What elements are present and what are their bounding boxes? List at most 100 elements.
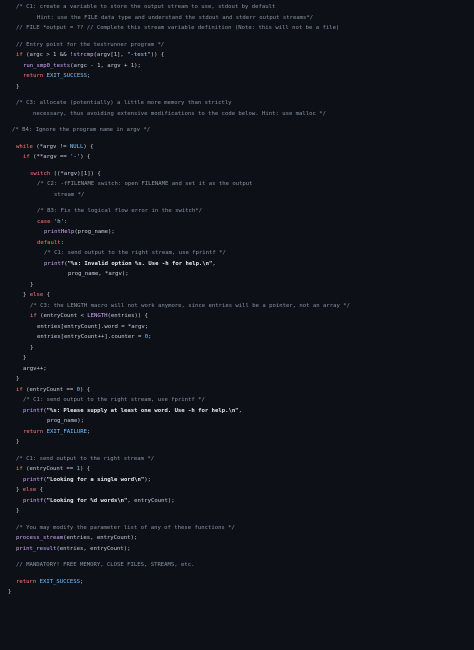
comment: // MANDATORY! FREE MEMORY, CLOSE FILES, … <box>16 562 195 568</box>
code-text: : <box>60 239 64 246</box>
comment: /* C3: the LENGTH macro will not work an… <box>30 302 350 309</box>
comment: /* B4: Ignore the program name in argv *… <box>12 127 151 133</box>
keyword: return <box>23 428 44 435</box>
keyword: else <box>22 487 37 493</box>
code-line: Hint: use the FILE data type and underst… <box>0 13 474 24</box>
code-text: (entries)) { <box>107 313 148 319</box>
code-line: // FILE *output = ?? // Complete this st… <box>0 23 474 34</box>
comment: /* C1: send output to the right stream, … <box>23 397 205 403</box>
constant: EXIT_SUCCESS <box>36 578 80 585</box>
keyword: if <box>30 313 37 319</box>
code-line: printf("Looking for a single word\n"); <box>0 475 474 486</box>
keyword: return <box>23 73 44 79</box>
code-text: ); <box>144 476 152 483</box>
keyword: if <box>16 386 23 393</box>
code-line: /* C3: allocate (potentially) a little m… <box>0 98 474 109</box>
code-editor[interactable]: /* C1: create a variable to store the ou… <box>0 0 474 650</box>
code-line: } <box>0 374 474 385</box>
brace: } <box>23 355 27 361</box>
constant: EXIT_SUCCESS <box>43 73 87 79</box>
brace: } <box>16 487 23 493</box>
code-line: /* C1: create a variable to store the ou… <box>0 2 474 13</box>
brace: } <box>23 292 30 298</box>
code-text: ; <box>87 428 91 435</box>
code-line: process_stream(entries, entryCount); <box>0 533 474 544</box>
comment: /* C2: -fFILENAME switch: open FILENAME … <box>37 181 253 187</box>
code-text: entries[entryCount].word = *argv; <box>37 323 149 330</box>
code-line: /* B4: Ignore the program name in argv *… <box>0 125 474 136</box>
keyword: switch <box>30 170 51 177</box>
string-literal: "Looking for a single word\n" <box>46 476 145 483</box>
code-line: while (*argv != NULL) { <box>0 142 474 153</box>
code-line: return EXIT_SUCCESS; <box>0 577 474 588</box>
code-line: if (entryCount == 1) { <box>0 464 474 475</box>
comment: stream */ <box>54 191 85 198</box>
keyword: while <box>16 143 33 150</box>
code-line: if (entryCount == 0) { <box>0 385 474 396</box>
code-line: stream */ <box>0 190 474 201</box>
code-line: print_result(entries, entryCount); <box>0 544 474 555</box>
code-text: argv++; <box>23 365 47 372</box>
string-literal: "%s: Invalid option %s. Use -h for help.… <box>67 260 213 267</box>
code-line: prog_name, *argv); <box>0 269 474 280</box>
code-line: entries[entryCount++].counter = 0; <box>0 332 474 343</box>
brace: } <box>30 281 34 288</box>
code-line: return EXIT_FAILURE; <box>0 427 474 438</box>
code-line: /* B3: Fix the logical flow error in the… <box>0 206 474 217</box>
code-line: } else { <box>0 290 474 301</box>
code-line: /* You may modify the parameter list of … <box>0 523 474 534</box>
comment: necessary, thus avoiding extensive modif… <box>33 110 326 117</box>
function-name: !strcmp <box>69 52 94 58</box>
keyword: return <box>16 578 37 585</box>
code-text: prog_name, *argv); <box>68 271 129 277</box>
code-text: (entries, entryCount); <box>56 545 131 552</box>
string-literal: "Looking for %d words\n" <box>46 497 128 504</box>
brace: { <box>36 487 43 493</box>
brace: } <box>16 376 20 382</box>
code-text: ) { <box>80 386 91 393</box>
code-line: necessary, thus avoiding extensive modif… <box>0 109 474 120</box>
function-name: printHelp <box>44 229 75 235</box>
comment: // Entry point for the testrunner progra… <box>16 41 165 48</box>
keyword: if <box>23 154 30 160</box>
comment: Hint: use the FILE data type and underst… <box>37 14 314 21</box>
comment: /* B3: Fix the logical flow error in the… <box>37 208 203 214</box>
code-line: default: <box>0 238 474 249</box>
code-line: /* C3: the LENGTH macro will not work an… <box>0 301 474 312</box>
function-name: printf <box>44 260 65 267</box>
code-text: ) { <box>80 466 91 472</box>
comment: /* C1: create a variable to store the ou… <box>16 4 276 10</box>
brace: } <box>30 344 34 351</box>
keyword: case <box>37 218 51 225</box>
constant: NULL <box>69 143 84 150</box>
code-line: } else { <box>0 485 474 496</box>
code-line: } <box>0 280 474 291</box>
code-line: printf("Looking for %d words\n", entryCo… <box>0 496 474 507</box>
code-line: // Entry point for the testrunner progra… <box>0 40 474 51</box>
code-text: (prog_name); <box>74 229 115 235</box>
brace: } <box>16 439 20 445</box>
code-line: } <box>0 343 474 354</box>
comment: /* C3: allocate (potentially) a little m… <box>16 100 232 106</box>
function-name: process_stream <box>16 535 64 541</box>
comment: /* C1: send output to the right stream, … <box>44 250 226 256</box>
code-line: switch ((*argv)[1]) { <box>0 169 474 180</box>
code-text: (**argv == <box>29 154 71 160</box>
code-text: ) { <box>80 154 91 160</box>
code-text: prog_name); <box>47 418 85 424</box>
code-line: entries[entryCount].word = *argv; <box>0 322 474 333</box>
function-name: printf <box>23 497 44 504</box>
macro-name: LENGTH <box>87 313 108 319</box>
keyword: default <box>37 239 61 246</box>
code-line: /* C1: send output to the right stream, … <box>0 395 474 406</box>
code-text: (entries, entryCount); <box>63 535 138 541</box>
code-line: if (argc > 1 && !strcmp(argv[1], "-test"… <box>0 50 474 61</box>
code-line: /* C1: send output to the right stream *… <box>0 454 474 465</box>
function-name: printf <box>23 407 44 414</box>
code-text: (argv[1], <box>93 52 128 58</box>
brace: } <box>16 508 20 514</box>
code-line: if (**argv == '-') { <box>0 152 474 163</box>
char-literal: 'h' <box>53 218 64 225</box>
code-line: run_smp0_tests(argc - 1, argv + 1); <box>0 61 474 72</box>
code-text: ((*argv)[1]) { <box>50 170 101 177</box>
